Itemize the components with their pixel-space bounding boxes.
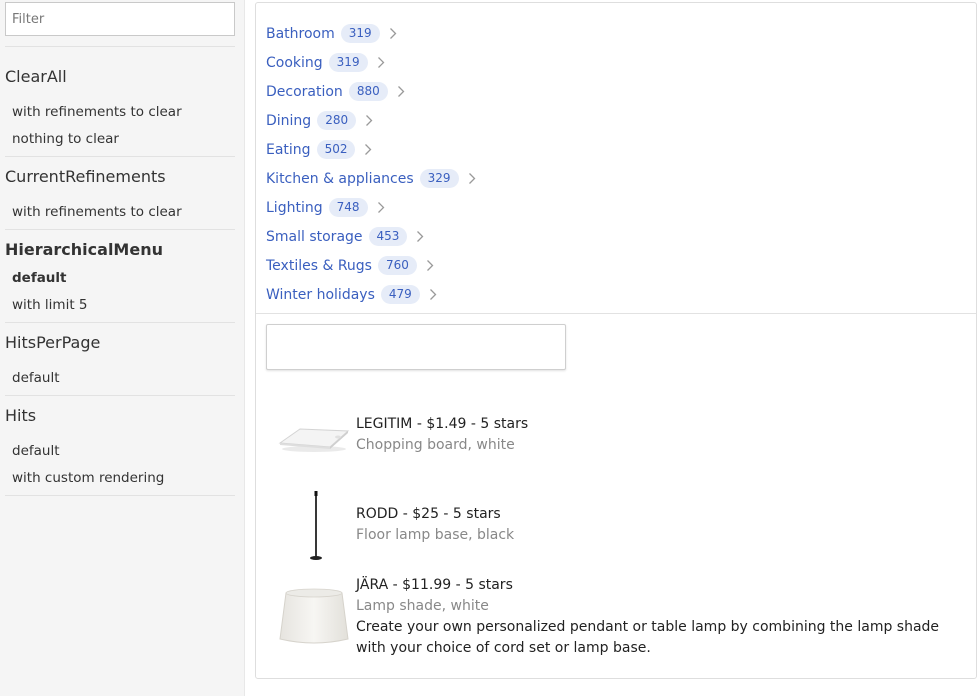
story-hits[interactable]: Hits (5, 406, 36, 425)
sidebar-divider (5, 156, 235, 157)
story-item-default-selected[interactable]: default (12, 270, 67, 286)
menu-item-label: Winter holidays (266, 286, 375, 303)
menu-item-label: Bathroom (266, 25, 335, 42)
count-badge: 453 (368, 227, 408, 246)
hit-title: RODD - $25 - 5 stars (356, 506, 501, 522)
chevron-right-icon (365, 114, 373, 127)
menu-item-kitchen-appliances[interactable]: Kitchen & appliances 329 (266, 164, 966, 193)
menu-item-label: Dining (266, 112, 312, 129)
chevron-right-icon (397, 85, 405, 98)
hit-title: LEGITIM - $1.49 - 5 stars (356, 416, 529, 432)
sidebar-divider (5, 495, 235, 496)
story-item-with-refinements-to-clear[interactable]: with refinements to clear (12, 204, 182, 220)
hit-subtitle: Floor lamp base, black (356, 527, 515, 543)
sidebar-divider (5, 46, 235, 47)
chevron-right-icon (389, 27, 397, 40)
count-badge: 479 (380, 285, 420, 304)
menu-item-dining[interactable]: Dining 280 (266, 106, 966, 135)
count-badge: 502 (316, 140, 356, 159)
menu-item-winter-holidays[interactable]: Winter holidays 479 (266, 280, 966, 309)
count-badge: 280 (317, 111, 357, 130)
menu-item-label: Lighting (266, 199, 323, 216)
hit-text: JÄRA - $11.99 - 5 stars Lamp shade, whit… (356, 575, 956, 659)
menu-item-bathroom[interactable]: Bathroom 319 (266, 19, 966, 48)
chevron-right-icon (426, 259, 434, 272)
menu-item-label: Textiles & Rugs (266, 257, 372, 274)
panel-divider (256, 313, 976, 314)
story-item-with-custom-rendering[interactable]: with custom rendering (12, 470, 164, 486)
story-item-default[interactable]: default (12, 443, 60, 459)
story-currentrefinements[interactable]: CurrentRefinements (5, 167, 166, 186)
story-hitsperpage[interactable]: HitsPerPage (5, 333, 100, 352)
hit-description: Create your own personalized pendant or … (356, 619, 940, 656)
count-badge: 319 (340, 24, 380, 43)
menu-item-label: Eating (266, 141, 311, 158)
hit-title: JÄRA - $11.99 - 5 stars (356, 577, 513, 593)
chevron-right-icon (377, 56, 385, 69)
menu-item-label: Decoration (266, 83, 343, 100)
menu-item-label: Kitchen & appliances (266, 170, 414, 187)
story-item-with-limit-5[interactable]: with limit 5 (12, 297, 88, 313)
count-badge: 880 (348, 82, 388, 101)
filter-input[interactable] (5, 2, 235, 36)
preview-panel: Bathroom 319 Cooking 319 Decoration 880 … (255, 2, 977, 679)
menu-item-eating[interactable]: Eating 502 (266, 135, 966, 164)
menu-item-textiles-rugs[interactable]: Textiles & Rugs 760 (266, 251, 966, 280)
chevron-right-icon (429, 288, 437, 301)
sidebar: ClearAll with refinements to clear nothi… (0, 0, 245, 696)
chevron-right-icon (364, 143, 372, 156)
story-item-nothing-to-clear[interactable]: nothing to clear (12, 131, 119, 147)
chevron-right-icon (416, 230, 424, 243)
sidebar-divider (5, 229, 235, 230)
chevron-right-icon (377, 201, 385, 214)
search-input[interactable] (266, 324, 566, 370)
hierarchical-menu: Bathroom 319 Cooking 319 Decoration 880 … (266, 19, 966, 309)
menu-item-small-storage[interactable]: Small storage 453 (266, 222, 966, 251)
lamp-shade-image (276, 585, 352, 653)
chopping-board-image (276, 419, 352, 459)
menu-item-lighting[interactable]: Lighting 748 (266, 193, 966, 222)
menu-item-label: Small storage (266, 228, 363, 245)
count-badge: 319 (328, 53, 368, 72)
count-badge: 760 (377, 256, 417, 275)
menu-item-label: Cooking (266, 54, 323, 71)
menu-item-cooking[interactable]: Cooking 319 (266, 48, 966, 77)
story-clearall[interactable]: ClearAll (5, 67, 67, 86)
menu-item-decoration[interactable]: Decoration 880 (266, 77, 966, 106)
story-item-with-refinements-to-clear[interactable]: with refinements to clear (12, 104, 182, 120)
sidebar-divider (5, 322, 235, 323)
chevron-right-icon (468, 172, 476, 185)
sidebar-divider (5, 395, 235, 396)
count-badge: 748 (328, 198, 368, 217)
hit-text: RODD - $25 - 5 stars Floor lamp base, bl… (356, 504, 956, 546)
count-badge: 329 (419, 169, 459, 188)
story-item-default[interactable]: default (12, 370, 60, 386)
floor-lamp-image (276, 488, 352, 568)
hit-text: LEGITIM - $1.49 - 5 stars Chopping board… (356, 414, 956, 456)
hit-subtitle: Chopping board, white (356, 437, 515, 453)
story-hierarchicalmenu[interactable]: HierarchicalMenu (5, 240, 163, 259)
hit-subtitle: Lamp shade, white (356, 598, 489, 614)
